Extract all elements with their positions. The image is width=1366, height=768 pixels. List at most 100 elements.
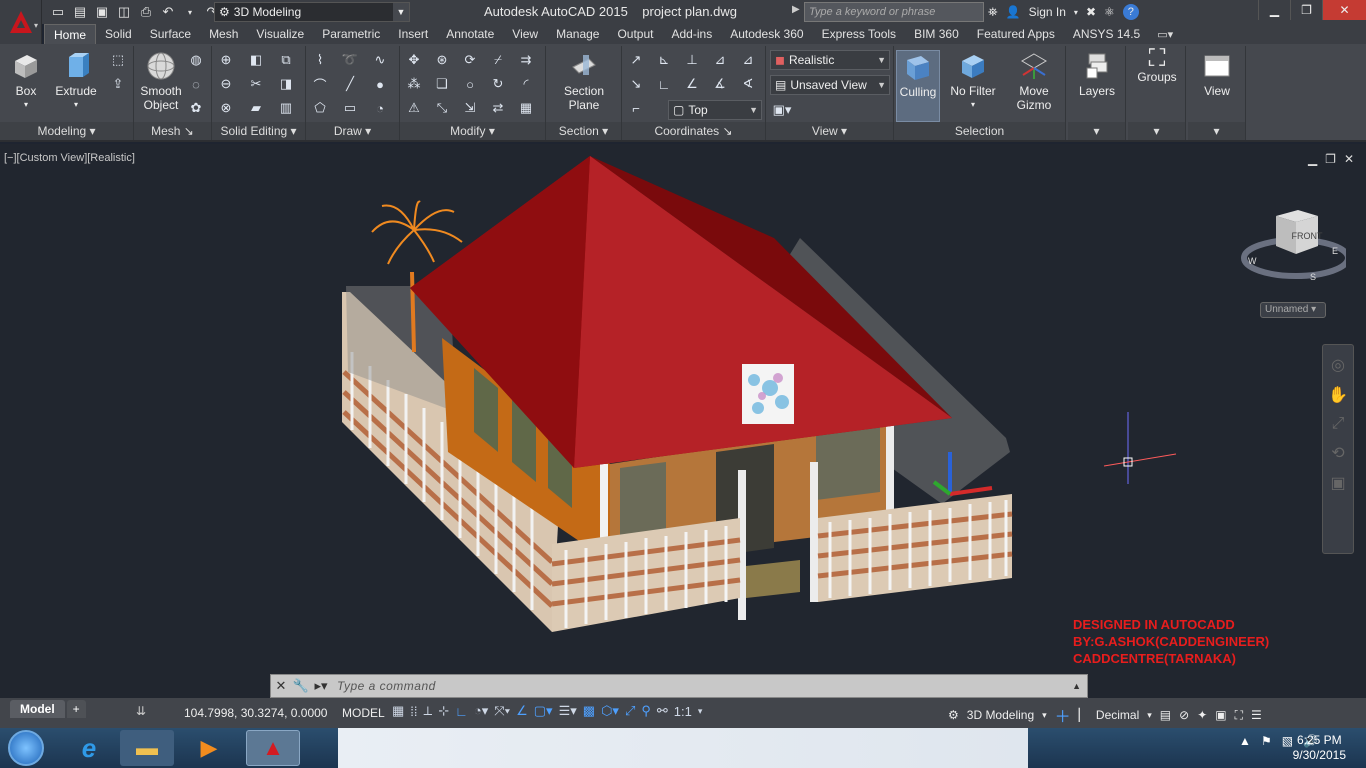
layers-expand-icon[interactable]: ▾ <box>1068 122 1125 140</box>
auto-scale-icon[interactable]: ⚯ <box>657 703 668 719</box>
thicken-icon[interactable]: ▰ <box>246 98 266 118</box>
tab-ansys-14-5[interactable]: ANSYS 14.5 <box>1064 24 1149 44</box>
house-3d-model[interactable] <box>330 152 1030 652</box>
tab-output[interactable]: Output <box>608 24 662 44</box>
restore-button[interactable]: ❐ <box>1290 0 1322 20</box>
tab-home[interactable]: Home <box>44 24 97 44</box>
showmotion-icon[interactable]: ▣ <box>1330 473 1345 493</box>
polysolid-icon[interactable]: ⬚ <box>108 50 128 70</box>
view-button[interactable]: View <box>1194 50 1240 98</box>
object-snap-icon[interactable]: ▢▾ <box>534 703 553 719</box>
tab-add-ins[interactable]: Add-ins <box>663 24 722 44</box>
panel-title-section[interactable]: Section ▾ <box>546 122 621 140</box>
polyline-icon[interactable]: ⌇ <box>310 50 330 70</box>
region-icon[interactable]: ◔ <box>370 98 390 118</box>
mirror-icon[interactable]: ⚠ <box>404 98 424 118</box>
isolate-objects-icon[interactable]: ✦ <box>1197 708 1207 722</box>
3d-rotate-icon[interactable]: ⟳ <box>460 50 480 70</box>
autodesk-360-icon[interactable]: ⚛ <box>1104 5 1115 19</box>
tab-manage[interactable]: Manage <box>547 24 608 44</box>
start-button[interactable] <box>8 730 44 766</box>
visual-style-select[interactable]: ◼ Realistic ▼ <box>770 50 890 70</box>
scale-icon[interactable]: ⤡ <box>432 98 452 118</box>
object-snap-tracking-icon[interactable]: ∠ <box>516 703 528 719</box>
line-icon[interactable]: ╱ <box>340 74 360 94</box>
graphics-performance-icon[interactable]: ⊘ <box>1179 708 1189 722</box>
ucs-world-icon[interactable]: ⊾ <box>654 50 674 70</box>
search-input[interactable]: Type a keyword or phrase <box>804 2 984 22</box>
grid-icon[interactable]: ▦ <box>392 703 404 719</box>
view-expand-icon[interactable]: ▾ <box>1188 122 1245 140</box>
panel-title-solid-editing[interactable]: Solid Editing ▾ <box>212 122 305 140</box>
section-plane-button[interactable]: Section Plane <box>556 50 612 112</box>
minimize-button[interactable]: ▁ <box>1258 0 1290 20</box>
ucs-y-icon[interactable]: ∠ <box>682 74 702 94</box>
intersect-icon[interactable]: ⊗ <box>216 98 236 118</box>
close-drawing-icon[interactable]: ✕ <box>1344 152 1354 166</box>
smooth-object-button[interactable]: Smooth Object <box>136 50 186 112</box>
command-input[interactable]: Type a command <box>337 679 436 693</box>
annotation-scale-value[interactable]: 1:1 <box>674 704 692 719</box>
snap-icon[interactable]: ⁞⁞ <box>410 704 417 719</box>
workspace-selector[interactable]: ⚙ 3D Modeling ▼ <box>214 2 410 22</box>
save-icon[interactable]: ▣ <box>92 2 112 22</box>
ribbon-minimize-icon[interactable]: ▭▾ <box>1157 28 1173 41</box>
3d-move-icon[interactable]: ⊛ <box>432 50 452 70</box>
align-icon[interactable]: ⇄ <box>488 98 508 118</box>
panel-title-mesh[interactable]: Mesh ↘ <box>134 122 211 140</box>
slice-icon[interactable]: ◧ <box>246 50 266 70</box>
binoculars-icon[interactable]: ⛯ <box>988 5 998 20</box>
ucs-menu[interactable]: Unnamed ▾ <box>1260 302 1326 318</box>
tab-featured-apps[interactable]: Featured Apps <box>968 24 1064 44</box>
trim-icon[interactable]: ⌿ <box>488 50 508 70</box>
circle-tool-icon[interactable]: ○ <box>460 74 480 94</box>
sign-in-link[interactable]: Sign In <box>1029 5 1066 19</box>
extract-edges-icon[interactable]: ⧉ <box>276 50 296 70</box>
ucs-origin-icon[interactable]: ⊥ <box>682 50 702 70</box>
polygon-icon[interactable]: ⬠ <box>310 98 330 118</box>
stretch-icon[interactable]: ⇲ <box>460 98 480 118</box>
tab-view[interactable]: View <box>503 24 547 44</box>
close-icon[interactable]: ✕ <box>271 676 291 696</box>
media-player-icon[interactable]: ▶ <box>182 730 236 766</box>
move-icon[interactable]: ✥ <box>404 50 424 70</box>
close-button[interactable]: ✕ <box>1322 0 1366 20</box>
search-expand-icon[interactable]: ▶ <box>792 4 800 15</box>
exchange-apps-icon[interactable]: ✖ <box>1086 5 1096 19</box>
lineweight-icon[interactable]: ☰▾ <box>559 703 577 719</box>
fillet-icon[interactable]: ◜ <box>516 74 536 94</box>
panel-title-modify[interactable]: Modify ▾ <box>400 122 545 140</box>
annotation-scale-dropdown-icon[interactable]: ▾ <box>698 706 703 717</box>
layers-button[interactable]: Layers <box>1074 50 1120 98</box>
add-layout-button[interactable]: + <box>66 700 86 718</box>
rectangle-icon[interactable]: ▭ <box>340 98 360 118</box>
dynamic-input-icon[interactable]: ⊹ <box>438 703 449 719</box>
file-explorer-icon[interactable]: ▬ <box>120 730 174 766</box>
annotation-monitor-icon[interactable]: ＋ <box>1055 703 1071 727</box>
polar-tracking-icon[interactable]: ◔▾ <box>474 703 488 719</box>
saved-view-select[interactable]: ▤ Unsaved View ▼ <box>770 75 890 95</box>
offset-icon[interactable]: ⇉ <box>516 50 536 70</box>
annotation-visibility-icon[interactable]: ⚲ <box>641 703 651 719</box>
viewport-controls-label[interactable]: [−][Custom View][Realistic] <box>4 152 135 164</box>
help-icon[interactable]: ? <box>1122 4 1139 20</box>
minimize-viewport-icon[interactable]: ▁ <box>1308 152 1317 166</box>
infer-constraints-icon[interactable]: ⟂ <box>424 703 433 719</box>
status-workspace[interactable]: 3D Modeling <box>967 708 1034 722</box>
view-direction-select[interactable]: ▢ Top ▼ <box>668 100 762 120</box>
viewport-config-icon[interactable]: ▣▾ <box>772 100 792 120</box>
customization-icon[interactable]: ☰ <box>1251 708 1262 722</box>
orbit-icon[interactable]: ⟲ <box>1331 443 1344 463</box>
tab-mesh[interactable]: Mesh <box>200 24 247 44</box>
open-file-icon[interactable]: ▤ <box>70 2 90 22</box>
tab-annotate[interactable]: Annotate <box>437 24 503 44</box>
subtract-icon[interactable]: ⊖ <box>216 74 236 94</box>
quick-properties-icon[interactable]: ▤ <box>1160 708 1171 722</box>
undo-icon[interactable]: ↶ <box>158 2 178 22</box>
ucs-icon[interactable]: ↗ <box>626 50 646 70</box>
array-icon[interactable]: ▦ <box>516 98 536 118</box>
new-file-icon[interactable]: ▭ <box>48 2 68 22</box>
command-prompt-icon[interactable]: ▸▾ <box>311 676 331 696</box>
ucs-view-icon[interactable]: ∢ <box>738 74 758 94</box>
copy-icon[interactable]: ❏ <box>432 74 452 94</box>
